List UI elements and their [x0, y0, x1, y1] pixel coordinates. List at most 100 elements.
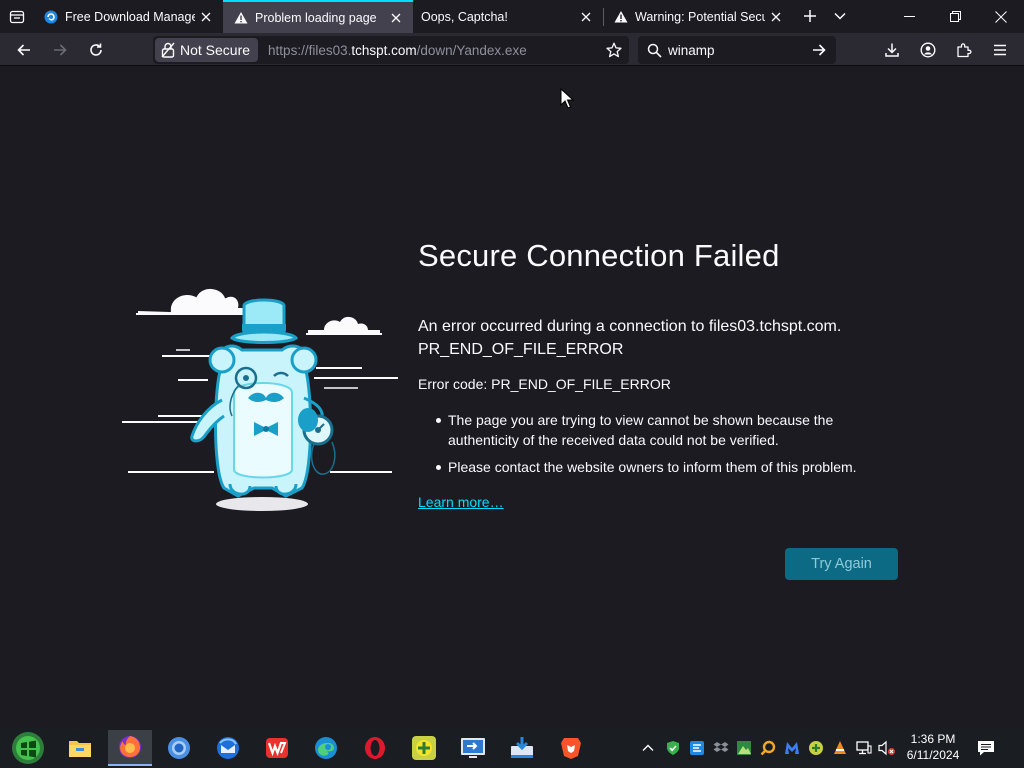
- address-bar[interactable]: Not Secure https://files03.tchspt.com/do…: [153, 36, 629, 64]
- tray-malwarebytes[interactable]: [783, 739, 801, 757]
- taskbar-opera[interactable]: [353, 730, 397, 766]
- notification-center-button[interactable]: [972, 734, 1000, 762]
- error-title: Secure Connection Failed: [418, 238, 780, 273]
- taskbar-remote-desktop[interactable]: [451, 730, 495, 766]
- close-tab-icon[interactable]: [575, 6, 597, 28]
- account-button[interactable]: [914, 36, 942, 64]
- taskbar-game-app[interactable]: [402, 730, 446, 766]
- extensions-button[interactable]: [950, 36, 978, 64]
- tab-oops-captcha[interactable]: Oops, Captcha!: [413, 0, 603, 33]
- start-button[interactable]: [6, 730, 50, 766]
- tray-fdm[interactable]: [688, 739, 706, 757]
- restore-button[interactable]: [932, 0, 978, 33]
- taskbar-wps-office[interactable]: [255, 730, 299, 766]
- remote-desktop-icon: [461, 738, 485, 758]
- fdm-tray-icon: [690, 741, 704, 755]
- firefox-icon: [119, 736, 141, 758]
- search-go-button[interactable]: [806, 37, 832, 63]
- taskbar-edge[interactable]: [304, 730, 348, 766]
- tab-label: Free Download Manager: [65, 9, 195, 24]
- fdm-icon: [43, 9, 59, 25]
- taskbar-downloader[interactable]: [500, 730, 544, 766]
- firefox-view-icon: [9, 10, 24, 23]
- search-icon: [640, 43, 668, 58]
- windows-taskbar: 1:36 PM 6/11/2024: [0, 728, 1024, 768]
- bookmark-button[interactable]: [601, 37, 627, 63]
- network-icon: [856, 741, 872, 755]
- tab-warning-potential-security[interactable]: Warning: Potential Securi: [603, 0, 793, 33]
- image-app-icon: [737, 741, 751, 755]
- magnifier-tray-icon: [760, 740, 776, 756]
- minimize-icon: [903, 16, 915, 17]
- dropbox-icon: [713, 742, 729, 752]
- plus-icon: [804, 10, 816, 22]
- list-all-tabs-button[interactable]: [828, 4, 852, 28]
- reload-button[interactable]: [82, 36, 110, 64]
- tray-volume-muted[interactable]: [878, 739, 896, 757]
- forward-button[interactable]: [46, 36, 74, 64]
- wps-office-icon: [266, 738, 288, 758]
- short-desc-line1: An error occurred during a connection to…: [418, 318, 842, 335]
- download-icon: [885, 43, 899, 57]
- chromium-icon: [168, 737, 190, 759]
- restore-icon: [949, 11, 961, 22]
- malwarebytes-icon: [785, 742, 799, 754]
- try-again-button[interactable]: Try Again: [785, 548, 898, 580]
- broken-lock-icon: [161, 42, 175, 58]
- close-window-button[interactable]: [978, 0, 1024, 33]
- url-host: tchspt.com: [351, 42, 417, 58]
- brave-icon: [561, 738, 581, 759]
- tab-label: Oops, Captcha!: [421, 9, 508, 24]
- error-reasons-list: The page you are trying to view cannot b…: [418, 410, 898, 484]
- tray-security[interactable]: [664, 739, 682, 757]
- error-short-description: An error occurred during a connection to…: [418, 315, 918, 361]
- taskbar-firefox[interactable]: [108, 730, 152, 766]
- learn-more-link[interactable]: Learn more…: [418, 494, 504, 510]
- close-tab-icon[interactable]: [195, 6, 217, 28]
- list-item: The page you are trying to view cannot b…: [418, 410, 898, 450]
- close-tab-icon[interactable]: [385, 7, 407, 29]
- show-hidden-icons-button[interactable]: [639, 739, 657, 757]
- search-input[interactable]: winamp: [668, 43, 806, 58]
- game-icon: [412, 736, 436, 760]
- tray-network[interactable]: [855, 739, 873, 757]
- opera-icon: [365, 737, 385, 759]
- url-prefix: https://files03.: [268, 42, 352, 58]
- taskbar-brave[interactable]: [549, 730, 593, 766]
- back-button[interactable]: [10, 36, 38, 64]
- tab-free-download-manager[interactable]: Free Download Manager: [33, 0, 223, 33]
- not-secure-indicator[interactable]: Not Secure: [155, 38, 259, 62]
- url-text[interactable]: https://files03.tchspt.com/down/Yandex.e…: [268, 43, 601, 58]
- new-tab-button[interactable]: [798, 4, 822, 28]
- tab-problem-loading-page[interactable]: Problem loading page: [223, 0, 413, 33]
- tab-label: Problem loading page: [255, 10, 377, 25]
- app-menu-button[interactable]: [986, 36, 1014, 64]
- downloads-button[interactable]: [878, 36, 906, 64]
- tray-vlc[interactable]: [831, 739, 849, 757]
- star-icon: [606, 42, 622, 58]
- search-bar[interactable]: winamp: [638, 36, 836, 64]
- warning-icon: [233, 10, 249, 26]
- short-desc-line2: PR_END_OF_FILE_ERROR: [418, 341, 624, 358]
- minimize-button[interactable]: [886, 0, 932, 33]
- mouse-cursor-icon: [560, 88, 574, 109]
- file-explorer-icon: [69, 741, 91, 757]
- security-label: Not Secure: [180, 42, 251, 58]
- chevron-down-icon: [834, 12, 846, 20]
- error-code: Error code: PR_END_OF_FILE_ERROR: [418, 376, 671, 392]
- system-clock[interactable]: 1:36 PM 6/11/2024: [900, 731, 966, 763]
- tray-search-app[interactable]: [759, 739, 777, 757]
- tray-game-app[interactable]: [807, 739, 825, 757]
- tray-dropbox[interactable]: [712, 739, 730, 757]
- taskbar-file-explorer[interactable]: [58, 730, 102, 766]
- firefox-view-button[interactable]: [0, 0, 33, 33]
- arrow-right-icon: [813, 44, 826, 56]
- taskbar-chromium[interactable]: [157, 730, 201, 766]
- tray-sketch-app[interactable]: [735, 739, 753, 757]
- taskbar-thunderbird[interactable]: [206, 730, 250, 766]
- navigation-toolbar: Not Secure https://files03.tchspt.com/do…: [0, 33, 1024, 66]
- puzzle-piece-icon: [957, 43, 972, 58]
- close-tab-icon[interactable]: [765, 6, 787, 28]
- tab-label: Warning: Potential Securi: [635, 9, 765, 24]
- hamburger-menu-icon: [994, 44, 1006, 56]
